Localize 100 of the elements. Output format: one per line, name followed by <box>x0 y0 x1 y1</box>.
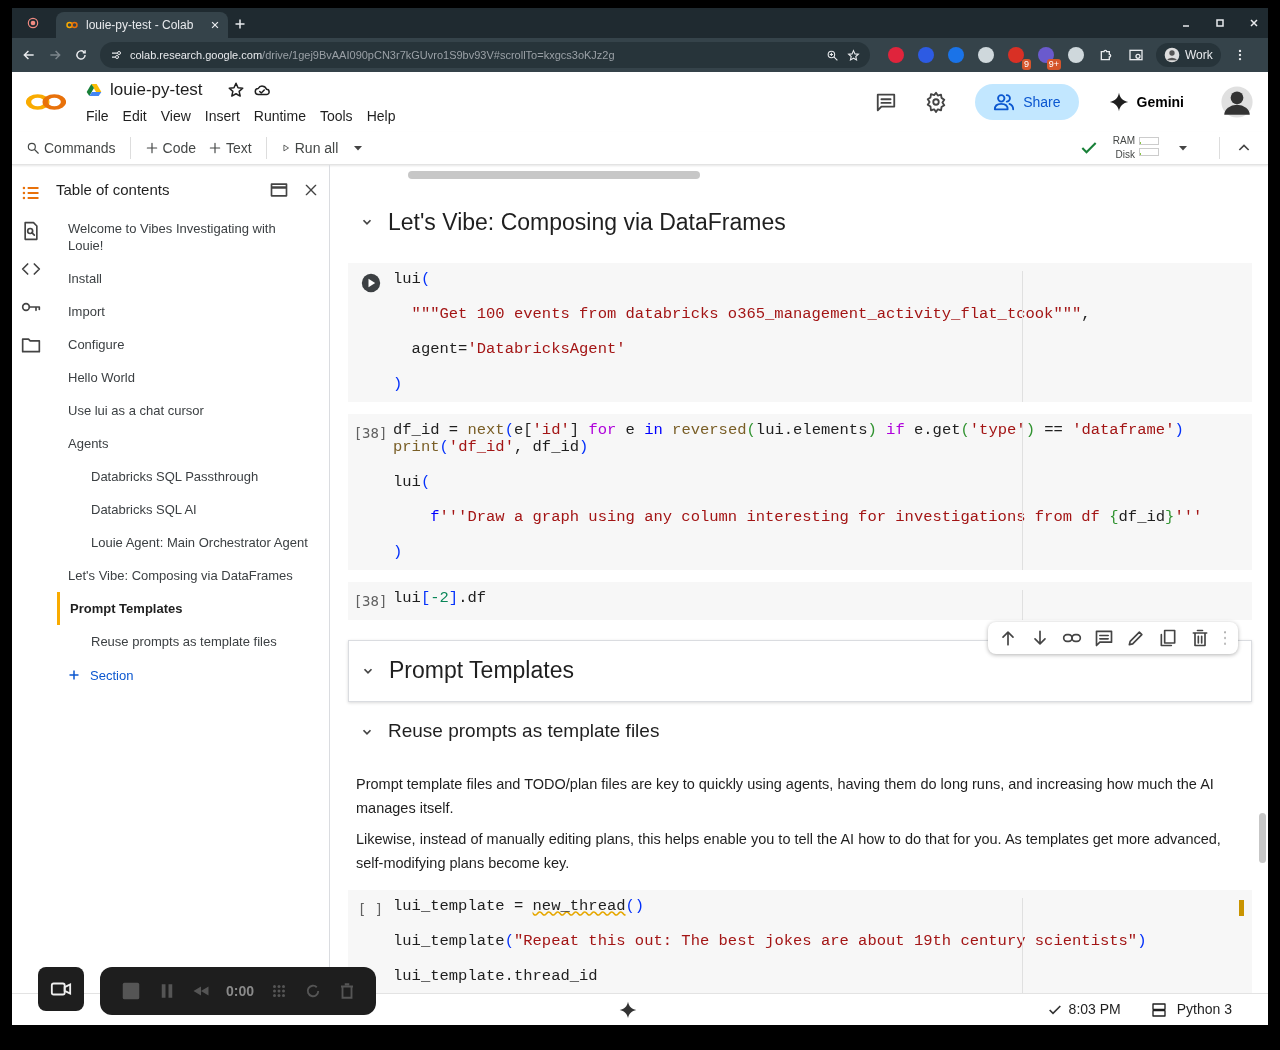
code-line: ) <box>393 374 404 394</box>
share-button[interactable]: Share <box>975 84 1079 120</box>
code-cell[interactable]: lui( """Get 100 events from databricks o365_management_activity_flat_tcook""", agent='DatabricksAgent' ) <box>348 263 1252 402</box>
add-section-button[interactable]: Section <box>62 663 140 687</box>
run-icon[interactable] <box>360 273 381 293</box>
star-icon[interactable] <box>226 80 245 99</box>
plus-icon <box>208 141 223 155</box>
menu-item[interactable]: Tools <box>319 106 353 128</box>
browser-tab[interactable]: louie-py-test - Colab <box>56 12 228 38</box>
address-bar[interactable]: colab.research.google.com/drive/1gej9BvAAI090pCN3r7kGUvro1S9bv93V#scrollTo=kxgcs3oKJz2g <box>100 42 870 68</box>
code-line: lui[-2].df <box>393 589 487 607</box>
run-all-button[interactable]: Run all <box>274 135 345 161</box>
reload-icon[interactable] <box>74 48 88 62</box>
menu-item[interactable]: Runtime <box>253 106 306 128</box>
toc-item[interactable]: Louie Agent: Main Orchestrator Agent <box>50 525 329 559</box>
folder-icon[interactable] <box>21 335 41 355</box>
save-time: 8:03 PM <box>1068 1000 1121 1019</box>
star-icon[interactable] <box>847 48 860 62</box>
execution-count: [38] <box>353 592 388 609</box>
scrollbar[interactable] <box>1259 813 1266 863</box>
url-text: colab.research.google.com/drive/1gej9BvAAI090pCN3r7kGUvro1S9bv93V#scrollTo=kxgcs3oKJz2g <box>130 47 616 63</box>
menu-item[interactable]: Insert <box>204 106 240 128</box>
code-line: print('df_id', df_id) <box>393 439 590 457</box>
camera-button[interactable] <box>38 967 84 1011</box>
maximize-icon[interactable] <box>1214 17 1226 29</box>
profile-button[interactable]: Work <box>1156 43 1221 67</box>
find-icon[interactable] <box>21 221 41 241</box>
forward-icon[interactable] <box>48 48 62 62</box>
toc-item[interactable]: Use lui as a chat cursor <box>50 393 329 427</box>
menu-item[interactable]: View <box>160 106 191 128</box>
recording-time: 0:00 <box>226 981 255 1001</box>
colab-logo-icon <box>64 19 80 31</box>
code-cell[interactable] <box>348 413 1252 570</box>
menu-item[interactable]: Help <box>366 106 396 128</box>
toc-item[interactable]: Databricks SQL AI <box>50 492 329 526</box>
ram-label: RAM <box>1112 134 1135 148</box>
toc-item[interactable]: Databricks SQL Passthrough <box>50 459 329 493</box>
plus-icon <box>68 669 80 682</box>
code-line: lui_template("Repeat this out: The best jokes are about 19th century scientists") <box>393 930 1147 950</box>
record-icon[interactable] <box>26 16 40 30</box>
drive-icon[interactable] <box>86 81 102 98</box>
notification-badge: 9+ <box>1046 59 1061 70</box>
disk-label: Disk <box>1114 148 1135 162</box>
toc-item[interactable]: Configure <box>50 327 329 361</box>
add-code-button[interactable]: Code <box>138 135 203 161</box>
site-info-icon[interactable] <box>110 49 122 61</box>
people-icon <box>993 91 1016 113</box>
toc-item[interactable]: Reuse prompts as template files <box>50 624 329 658</box>
code-line: f'''Draw a graph using any column interesting for investigations from df {df_id}''' <box>429 507 1203 527</box>
avatar-icon[interactable] <box>1220 85 1254 119</box>
section-heading: Prompt Templates <box>389 656 574 686</box>
code-line: ) <box>393 542 404 562</box>
toc-item[interactable]: Import <box>50 294 329 328</box>
back-icon[interactable] <box>22 48 36 62</box>
scrollbar[interactable] <box>408 171 700 179</box>
puzzle-icon[interactable] <box>1098 47 1114 63</box>
paragraph: Prompt template files and TODO/plan files are key to quickly using agents, having them do long runs, and increasing how much the AI manages itself. <box>355 774 1215 818</box>
new-tab-icon[interactable] <box>234 18 246 30</box>
code-line: agent='DatabricksAgent' <box>410 339 627 359</box>
mirror-cell-icon <box>1158 627 1178 648</box>
ram-meter <box>1139 137 1159 145</box>
code-line: lui( <box>393 472 432 492</box>
code-cell[interactable]: [ ] lui_template = new_thread() lui_template("Repeat this out: The best jokes are about 19th century scientists") lui_template.thread_id <box>348 889 1252 993</box>
server-icon <box>1150 1001 1167 1018</box>
runtime-button[interactable]: Python 3 <box>1144 997 1238 1022</box>
sparkle-icon[interactable] <box>618 1000 637 1019</box>
notebook-title[interactable]: louie-py-test <box>110 76 203 103</box>
toc-item[interactable]: Let's Vibe: Composing via DataFrames <box>50 558 329 592</box>
code-line: lui( <box>393 271 432 289</box>
extension-icon[interactable] <box>1038 47 1054 63</box>
zoom-icon[interactable] <box>826 48 839 62</box>
add-text-button[interactable]: Text <box>202 135 258 161</box>
search-icon <box>26 141 40 155</box>
execution-count: [ ] <box>357 900 384 917</box>
panel-title: Table of contents <box>56 180 171 200</box>
code-line: lui_template = new_thread() <box>393 897 646 915</box>
tab-search-icon[interactable] <box>1128 47 1144 63</box>
close-icon[interactable] <box>1248 17 1260 29</box>
comment-icon[interactable] <box>875 91 898 113</box>
subsection-heading: Reuse prompts as template files <box>388 719 660 744</box>
toc-item[interactable]: Hello World <box>50 360 329 394</box>
code-cell[interactable]: [38] lui[-2].df <box>348 581 1252 620</box>
sparkle-icon <box>1108 92 1129 112</box>
toc-item[interactable]: Install <box>50 261 329 295</box>
extension-icon[interactable] <box>1068 47 1084 63</box>
gemini-button[interactable]: Gemini <box>1102 90 1190 114</box>
extension-icon[interactable] <box>978 47 994 63</box>
commands-button[interactable]: Commands <box>20 135 122 161</box>
play-icon <box>280 143 291 153</box>
settings-icon[interactable] <box>925 91 948 113</box>
paragraph: Likewise, instead of manually editing plans, this helps enable you to tell the AI how to do that for you. As templates get more advanced, self-modifying plans become key. <box>355 829 1222 873</box>
plus-icon <box>144 141 159 155</box>
menu-item[interactable]: File <box>86 106 109 128</box>
toc-item[interactable]: Agents <box>50 426 329 460</box>
code-line: df_id = next(e['id'] for e in reversed(lui.elements) if e.get('type') == 'dataframe') <box>393 421 1185 439</box>
close-icon[interactable] <box>210 20 220 30</box>
menu-item[interactable]: Edit <box>122 106 147 128</box>
toc-item[interactable]: Prompt Templates <box>57 591 329 625</box>
toc-item[interactable]: Welcome to Vibes Investigating with Louie! <box>50 211 329 262</box>
delete-icon <box>1190 627 1210 648</box>
